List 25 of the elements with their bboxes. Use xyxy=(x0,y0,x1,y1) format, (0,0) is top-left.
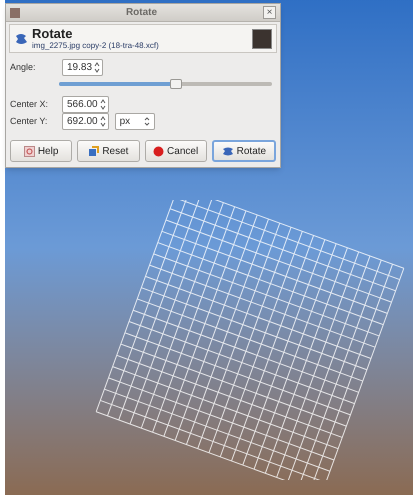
close-button[interactable]: × xyxy=(263,6,276,19)
spin-arrows-icon xyxy=(100,116,106,127)
field-label: Center Y: xyxy=(10,114,48,128)
field-label: Center X: xyxy=(10,98,50,111)
window-title: Rotate xyxy=(124,6,158,20)
slider-track[interactable] xyxy=(59,82,272,86)
tool-title: Rotate xyxy=(32,27,74,40)
field-label: Angle: xyxy=(10,60,37,74)
number-field[interactable]: 566.00 xyxy=(62,96,109,113)
number-field[interactable]: 19.83 xyxy=(62,59,104,76)
rotate-button[interactable]: Rotate xyxy=(212,140,276,162)
cancel-button[interactable]: Cancel xyxy=(144,140,207,162)
help-icon xyxy=(24,146,35,156)
unit-dropdown[interactable]: px xyxy=(114,113,155,130)
number-field[interactable]: 692.00 xyxy=(62,113,109,130)
slider-thumb[interactable] xyxy=(170,79,182,89)
spin-arrows-icon xyxy=(144,117,150,126)
image-name: img_2275.jpg copy-2 (18-tra-48.xcf) xyxy=(32,42,160,50)
spin-arrows-icon xyxy=(94,62,100,73)
help-button[interactable]: Help xyxy=(10,140,72,162)
image-thumbnail xyxy=(252,28,272,48)
reset-button[interactable]: Reset xyxy=(77,140,140,162)
stop-icon xyxy=(153,146,164,156)
spin-arrows-icon xyxy=(100,99,106,110)
reset-icon xyxy=(88,146,100,156)
